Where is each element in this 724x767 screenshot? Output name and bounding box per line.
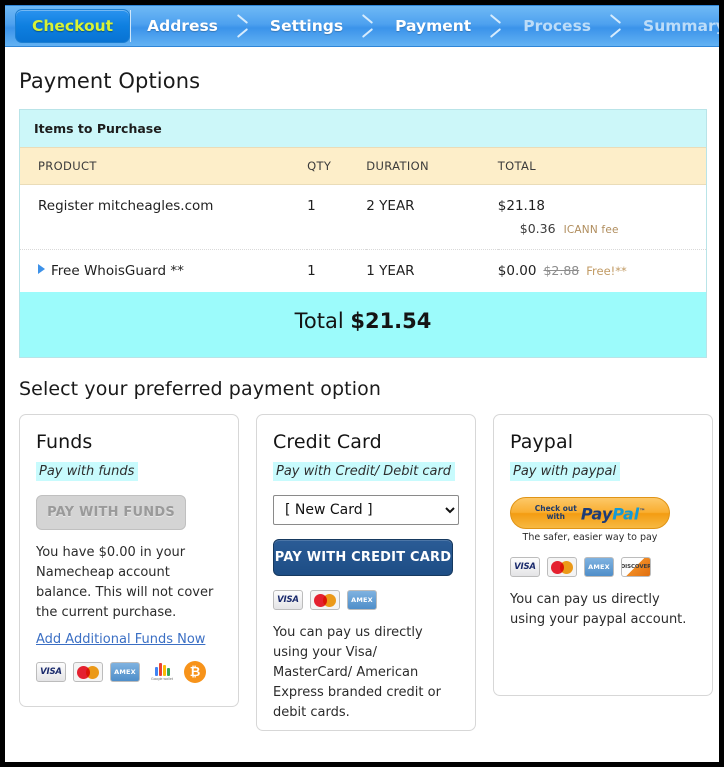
google-wallet-label: Google wallet <box>151 677 173 681</box>
item-original-price: $2.88 <box>543 263 580 278</box>
mastercard-icon <box>73 662 103 682</box>
breadcrumb-step-label: Payment <box>395 17 472 35</box>
items-table: PRODUCT QTY DURATION TOTAL Register mitc… <box>20 147 706 292</box>
visa-icon: VISA <box>510 557 540 577</box>
paypal-checkout-button[interactable]: Check out with PayPal™ <box>510 497 670 529</box>
mastercard-icon <box>310 590 340 610</box>
item-fee-line: $0.36 ICANN fee <box>498 214 700 236</box>
table-row: Register mitcheagles.com 1 2 YEAR $21.18… <box>20 184 706 250</box>
breadcrumb-step-label: Settings <box>269 17 344 35</box>
funds-accepted-brands: VISA AMEX Google wallet ₿ <box>36 661 222 683</box>
chevron-right-icon <box>605 6 627 46</box>
visa-icon: VISA <box>273 590 303 610</box>
breadcrumb-step-checkout[interactable]: Checkout <box>15 9 131 43</box>
paypal-button-checkout-text: Check out with <box>534 503 577 521</box>
breadcrumb-step-address[interactable]: Address <box>131 6 232 46</box>
breadcrumb-step-label: Address <box>147 17 218 35</box>
add-additional-funds-link[interactable]: Add Additional Funds Now <box>36 632 205 647</box>
checkout-page: Checkout Address Settings Payment Proces… <box>0 0 724 767</box>
funds-balance-blurb: You have $0.00 in your Namecheap account… <box>36 545 214 620</box>
item-total-cell: $21.18 $0.36 ICANN fee <box>497 184 706 250</box>
column-header-qty: QTY <box>307 147 367 185</box>
item-product-name-cell: Free WhoisGuard ** <box>20 250 307 293</box>
item-total-amount: $0.00 <box>497 263 537 279</box>
column-header-duration: DURATION <box>366 147 498 185</box>
amex-icon: AMEX <box>110 662 140 682</box>
order-total-band: Total $21.54 <box>20 292 706 357</box>
saved-card-select[interactable]: [ New Card ] <box>273 495 459 525</box>
breadcrumb-step-summary: Summary <box>627 6 719 46</box>
section-title: Select your preferred payment option <box>19 378 381 400</box>
checkout-breadcrumb: Checkout Address Settings Payment Proces… <box>5 5 719 47</box>
chevron-right-icon <box>232 6 254 46</box>
breadcrumb-step-label: Checkout <box>32 17 114 35</box>
pay-with-credit-card-button[interactable]: PAY WITH CREDIT CARD <box>273 539 453 576</box>
item-fee-label: ICANN fee <box>563 224 619 236</box>
payment-panel-credit-card[interactable]: Credit Card Pay with Credit/ Debit card … <box>256 414 476 731</box>
panel-tagline-funds: Pay with funds <box>36 462 139 481</box>
chevron-right-icon <box>357 6 379 46</box>
paypal-logo-icon: PayPal™ <box>580 504 646 524</box>
table-header-row: PRODUCT QTY DURATION TOTAL <box>20 147 706 185</box>
paypal-accepted-brands: VISA AMEX DISCOVER <box>510 557 696 577</box>
payment-panel-funds[interactable]: Funds Pay with funds PAY WITH FUNDS You … <box>19 414 239 707</box>
breadcrumb-step-settings[interactable]: Settings <box>254 6 357 46</box>
payment-panel-paypal[interactable]: Paypal Pay with paypal Check out with Pa… <box>493 414 713 696</box>
breadcrumb-step-payment[interactable]: Payment <box>379 6 485 46</box>
item-qty: 1 <box>307 263 316 279</box>
item-duration: 2 YEAR <box>366 184 498 250</box>
item-product-name: Free WhoisGuard ** <box>51 263 184 279</box>
item-product-name: Register mitcheagles.com <box>20 184 308 250</box>
item-total-amount: $21.18 <box>497 198 546 214</box>
payment-options-panels: Funds Pay with funds PAY WITH FUNDS You … <box>5 400 719 731</box>
chevron-right-icon <box>485 6 507 46</box>
item-duration: 1 YEAR <box>366 263 415 279</box>
item-free-badge: Free!** <box>586 264 627 278</box>
order-total-label: Total <box>294 309 344 333</box>
column-header-total: TOTAL <box>497 147 706 185</box>
credit-card-blurb: You can pay us directly using your Visa/… <box>273 625 441 720</box>
table-row: Free WhoisGuard ** 1 1 YEAR $0.00 $2.88 Fr… <box>20 250 706 293</box>
panel-tagline-paypal: Pay with paypal <box>510 462 621 481</box>
discover-icon: DISCOVER <box>621 557 651 577</box>
amex-icon: AMEX <box>584 557 614 577</box>
mastercard-icon <box>547 557 577 577</box>
visa-icon: VISA <box>36 662 66 682</box>
panel-tagline-credit-card: Pay with Credit/ Debit card <box>273 462 456 481</box>
credit-card-accepted-brands: VISA AMEX <box>273 590 459 610</box>
order-total-amount: $21.54 <box>350 309 432 333</box>
items-table-body: Register mitcheagles.com 1 2 YEAR $21.18… <box>20 184 706 293</box>
item-total-cell: $0.00 $2.88 Free!** <box>498 250 706 293</box>
google-wallet-icon: Google wallet <box>147 662 177 682</box>
bitcoin-icon: ₿ <box>184 661 206 683</box>
items-to-purchase-box: Items to Purchase PRODUCT QTY DURATION T… <box>19 109 707 358</box>
item-fee-amount: $0.36 <box>519 221 556 236</box>
panel-title-funds: Funds <box>36 431 93 453</box>
items-box-header: Items to Purchase <box>20 110 706 147</box>
paypal-checkout-area: Check out with PayPal™ The safer, easier… <box>510 497 696 543</box>
panel-title-credit-card: Credit Card <box>273 431 382 453</box>
page-title: Payment Options <box>19 69 201 93</box>
item-qty: 1 <box>307 184 367 250</box>
paypal-blurb: You can pay us directly using your paypa… <box>510 592 687 627</box>
pay-with-funds-button: PAY WITH FUNDS <box>36 495 186 530</box>
breadcrumb-step-process: Process <box>507 6 605 46</box>
amex-icon: AMEX <box>347 590 377 610</box>
panel-title-paypal: Paypal <box>510 431 574 453</box>
expand-triangle-icon[interactable] <box>38 264 45 274</box>
breadcrumb-step-label: Summary <box>643 17 719 35</box>
column-header-product: PRODUCT <box>20 147 308 185</box>
paypal-button-tagline: The safer, easier way to pay <box>522 532 658 543</box>
items-table-header: PRODUCT QTY DURATION TOTAL <box>20 147 706 185</box>
breadcrumb-step-label: Process <box>523 17 592 35</box>
